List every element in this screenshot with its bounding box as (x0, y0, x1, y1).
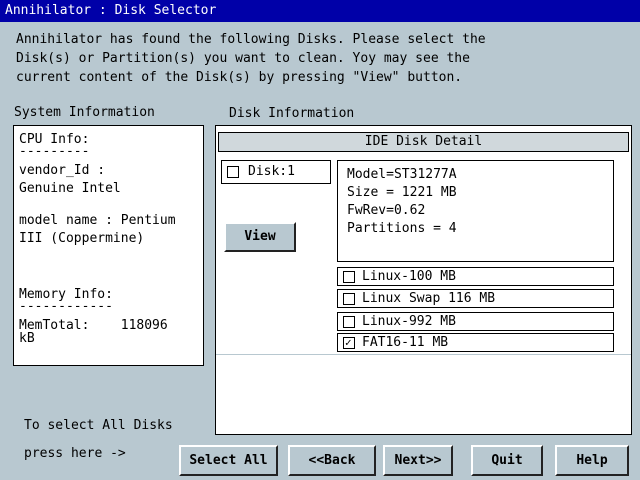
partition-row-fat16[interactable]: ✓ FAT16-11 MB (337, 333, 614, 352)
disk-information-label: Disk Information (229, 106, 355, 121)
select-all-button[interactable]: Select All (179, 445, 278, 476)
intro-line-3: current content of the Disk(s) by pressi… (16, 70, 463, 85)
checkmark-icon: ✓ (345, 336, 352, 349)
back-button[interactable]: <<Back (288, 445, 376, 476)
memory-info-underline: ------------ (19, 299, 113, 314)
disk-model: Model=ST31277A (347, 167, 457, 182)
partition-label: Linux-100 MB (362, 269, 456, 284)
next-button[interactable]: Next>> (383, 445, 453, 476)
intro-line-2: Disk(s) or Partition(s) you want to clea… (16, 51, 470, 66)
partition-checkbox[interactable] (343, 316, 355, 328)
model-name-line-2: III (Coppermine) (19, 231, 145, 246)
view-button[interactable]: View (224, 222, 296, 252)
system-information-label: System Information (14, 105, 155, 120)
select-all-hint-line-2: press here -> (24, 446, 126, 461)
memtotal-line-1: MemTotal: 118096 (19, 318, 168, 333)
intro-line-1: Annihilator has found the following Disk… (16, 32, 486, 47)
help-button[interactable]: Help (555, 445, 629, 476)
disk-1-label: Disk:1 (248, 164, 295, 179)
system-information-panel: CPU Info: --------- vendor_Id : Genuine … (13, 125, 204, 366)
panel-separator (216, 354, 631, 355)
disk-detail-box: Model=ST31277A Size = 1221 MB FwRev=0.62… (337, 160, 614, 262)
select-all-hint-line-1: To select All Disks (24, 418, 173, 433)
ide-disk-detail-header: IDE Disk Detail (218, 132, 629, 152)
quit-button[interactable]: Quit (471, 445, 543, 476)
disk-partitions-count: Partitions = 4 (347, 221, 457, 236)
partition-checkbox[interactable] (343, 293, 355, 305)
window-title: Annihilator : Disk Selector (0, 0, 640, 22)
disk-size: Size = 1221 MB (347, 185, 457, 200)
partition-label: FAT16-11 MB (362, 335, 449, 350)
vendor-id-value: Genuine Intel (19, 181, 121, 196)
partition-row-linux-swap[interactable]: Linux Swap 116 MB (337, 289, 614, 308)
partition-row-linux-100[interactable]: Linux-100 MB (337, 267, 614, 286)
memtotal-line-2: kB (19, 331, 35, 346)
vendor-id-label: vendor_Id : (19, 163, 106, 178)
cpu-info-underline: --------- (19, 144, 90, 159)
partition-label: Linux-992 MB (362, 314, 456, 329)
partition-row-linux-992[interactable]: Linux-992 MB (337, 312, 614, 331)
model-name-line-1: model name : Pentium (19, 213, 176, 228)
disk-1-checkbox-row[interactable]: Disk:1 (221, 160, 331, 184)
partition-checkbox[interactable] (343, 271, 355, 283)
partition-checkbox[interactable]: ✓ (343, 337, 355, 349)
disk-information-panel: IDE Disk Detail Disk:1 Model=ST31277A Si… (215, 125, 632, 435)
disk-1-checkbox[interactable] (227, 166, 239, 178)
intro-text: Annihilator has found the following Disk… (16, 30, 626, 87)
disk-selector-window: Annihilator : Disk Selector Annihilator … (0, 0, 640, 480)
partition-label: Linux Swap 116 MB (362, 291, 496, 306)
disk-fwrev: FwRev=0.62 (347, 203, 426, 218)
